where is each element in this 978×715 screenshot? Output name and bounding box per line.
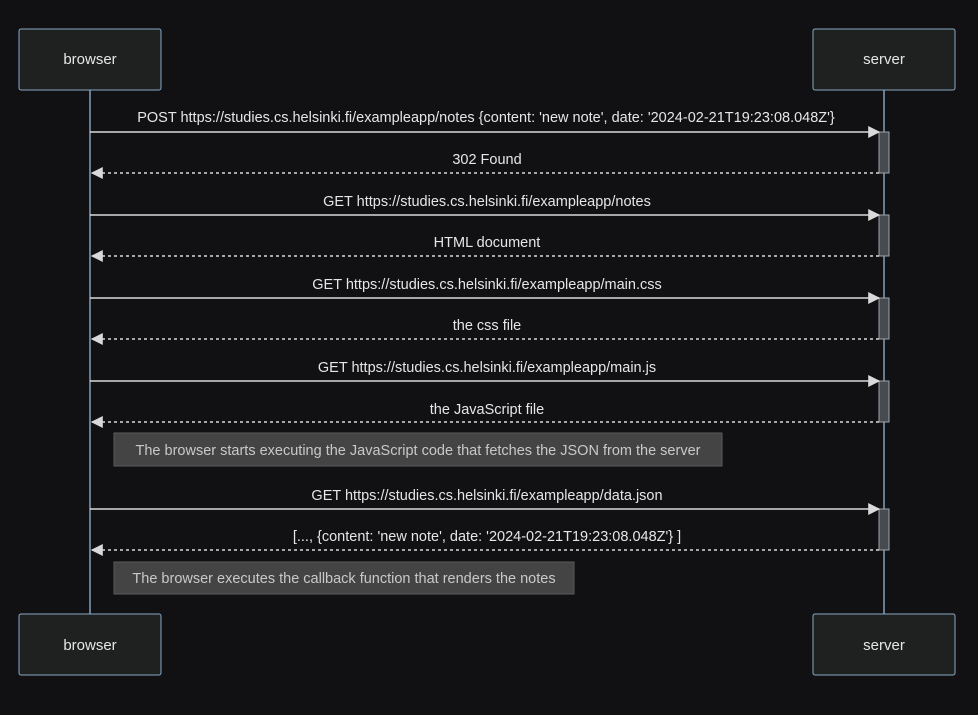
browser-actor-top-label: browser xyxy=(63,51,116,68)
note-1: The browser starts executing the JavaScr… xyxy=(113,432,723,467)
message-label-5: GET https://studies.cs.helsinki.fi/examp… xyxy=(312,277,662,293)
message-label-1: POST https://studies.cs.helsinki.fi/exam… xyxy=(137,110,835,126)
server-activation-3 xyxy=(878,297,890,340)
server-activation-2 xyxy=(878,214,890,257)
message-label-7: GET https://studies.cs.helsinki.fi/examp… xyxy=(318,360,656,376)
server-actor-bottom: server xyxy=(812,613,956,676)
server-actor-top-label: server xyxy=(863,51,905,68)
note-1-text: The browser starts executing the JavaScr… xyxy=(136,443,701,459)
message-label-6: the css file xyxy=(453,318,522,334)
message-label-10: [..., {content: 'new note', date: '2024-… xyxy=(293,529,681,545)
note-2-text: The browser executes the callback functi… xyxy=(132,571,555,587)
server-activation-5 xyxy=(878,508,890,551)
message-label-3: GET https://studies.cs.helsinki.fi/examp… xyxy=(323,194,651,210)
browser-actor-top: browser xyxy=(18,28,162,91)
server-actor-bottom-label: server xyxy=(863,637,905,654)
sequence-diagram: browser server POST https://studies.cs.h… xyxy=(18,28,956,676)
message-label-4: HTML document xyxy=(434,235,541,251)
message-label-9: GET https://studies.cs.helsinki.fi/examp… xyxy=(311,488,662,504)
browser-actor-bottom: browser xyxy=(18,613,162,676)
message-label-8: the JavaScript file xyxy=(430,402,544,418)
browser-actor-bottom-label: browser xyxy=(63,637,116,654)
server-actor-top: server xyxy=(812,28,956,91)
message-label-2: 302 Found xyxy=(452,152,521,168)
note-2: The browser executes the callback functi… xyxy=(113,561,575,595)
server-activation-1 xyxy=(878,131,890,174)
server-activation-4 xyxy=(878,380,890,423)
